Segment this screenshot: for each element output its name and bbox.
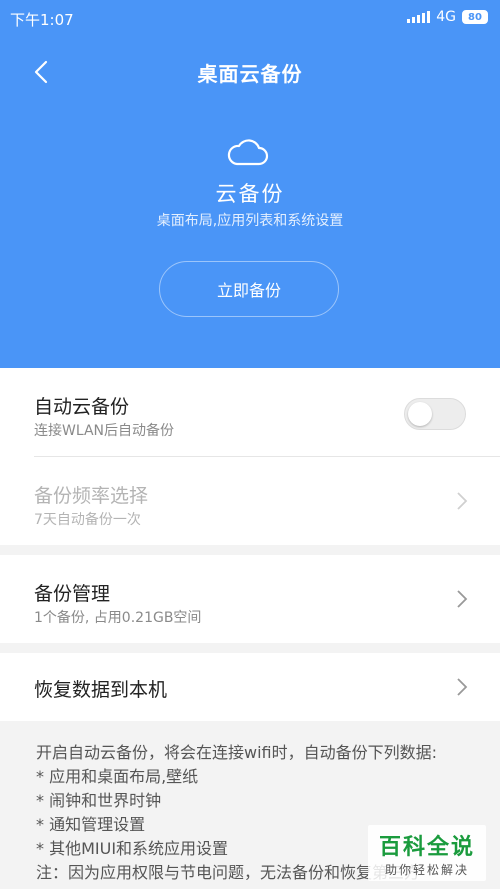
watermark-logo: 百科全说 助你轻松解决 [368, 825, 486, 881]
section-gap [0, 545, 500, 555]
status-bar: 下午1:07 4G 80 [0, 0, 500, 36]
restore-card: 恢复数据到本机 [0, 653, 500, 721]
chevron-right-icon [457, 678, 468, 696]
auto-backup-row[interactable]: 自动云备份 连接WLAN后自动备份 [0, 368, 500, 456]
backup-manage-card: 备份管理 1个备份, 占用0.21GB空间 [0, 555, 500, 643]
screen: 下午1:07 4G 80 桌面云备份 云备份 桌面布局,应用列表和系统设置 立即… [0, 0, 500, 889]
backup-frequency-title: 备份频率选择 [34, 485, 149, 507]
backup-now-button[interactable]: 立即备份 [159, 261, 339, 317]
backup-manage-row[interactable]: 备份管理 1个备份, 占用0.21GB空间 [0, 555, 500, 643]
status-time: 下午1:07 [10, 11, 74, 29]
toggle-knob [408, 402, 432, 426]
page-title: 桌面云备份 [197, 62, 303, 86]
battery-icon: 80 [462, 10, 488, 24]
info-bullet: * 应用和桌面布局,壁纸 [36, 767, 199, 786]
signal-icon [407, 11, 431, 23]
info-bullet: * 闹钟和世界时钟 [36, 791, 162, 810]
auto-backup-toggle[interactable] [404, 398, 466, 430]
watermark-sub: 助你轻松解决 [384, 863, 469, 877]
backup-frequency-subtitle: 7天自动备份一次 [34, 512, 141, 528]
restore-title: 恢复数据到本机 [34, 679, 168, 701]
backup-settings-card: 自动云备份 连接WLAN后自动备份 备份频率选择 7天自动备份一次 [0, 368, 500, 545]
info-intro: 开启自动云备份，将会在连接wifi时，自动备份下列数据: [36, 743, 438, 762]
section-gap [0, 643, 500, 653]
auto-backup-subtitle: 连接WLAN后自动备份 [34, 423, 175, 439]
auto-backup-title: 自动云备份 [34, 396, 130, 418]
status-indicators: 4G 80 [407, 9, 488, 25]
backup-manage-title: 备份管理 [34, 583, 111, 605]
backup-frequency-row[interactable]: 备份频率选择 7天自动备份一次 [0, 457, 500, 545]
network-type: 4G [436, 9, 456, 25]
battery-level: 80 [468, 11, 482, 23]
backup-manage-subtitle: 1个备份, 占用0.21GB空间 [34, 610, 202, 626]
header: 下午1:07 4G 80 桌面云备份 云备份 桌面布局,应用列表和系统设置 立即… [0, 0, 500, 368]
watermark-main: 百科全说 [378, 835, 475, 860]
chevron-right-icon [457, 492, 468, 510]
cloud-icon [227, 139, 269, 166]
hero-subtitle: 桌面布局,应用列表和系统设置 [156, 213, 344, 229]
settings-list: 自动云备份 连接WLAN后自动备份 备份频率选择 7天自动备份一次 备份管理 1… [0, 368, 500, 885]
chevron-right-icon [457, 590, 468, 608]
backup-now-label: 立即备份 [216, 281, 281, 300]
hero-title: 云备份 [215, 182, 285, 206]
restore-row[interactable]: 恢复数据到本机 [0, 653, 500, 721]
